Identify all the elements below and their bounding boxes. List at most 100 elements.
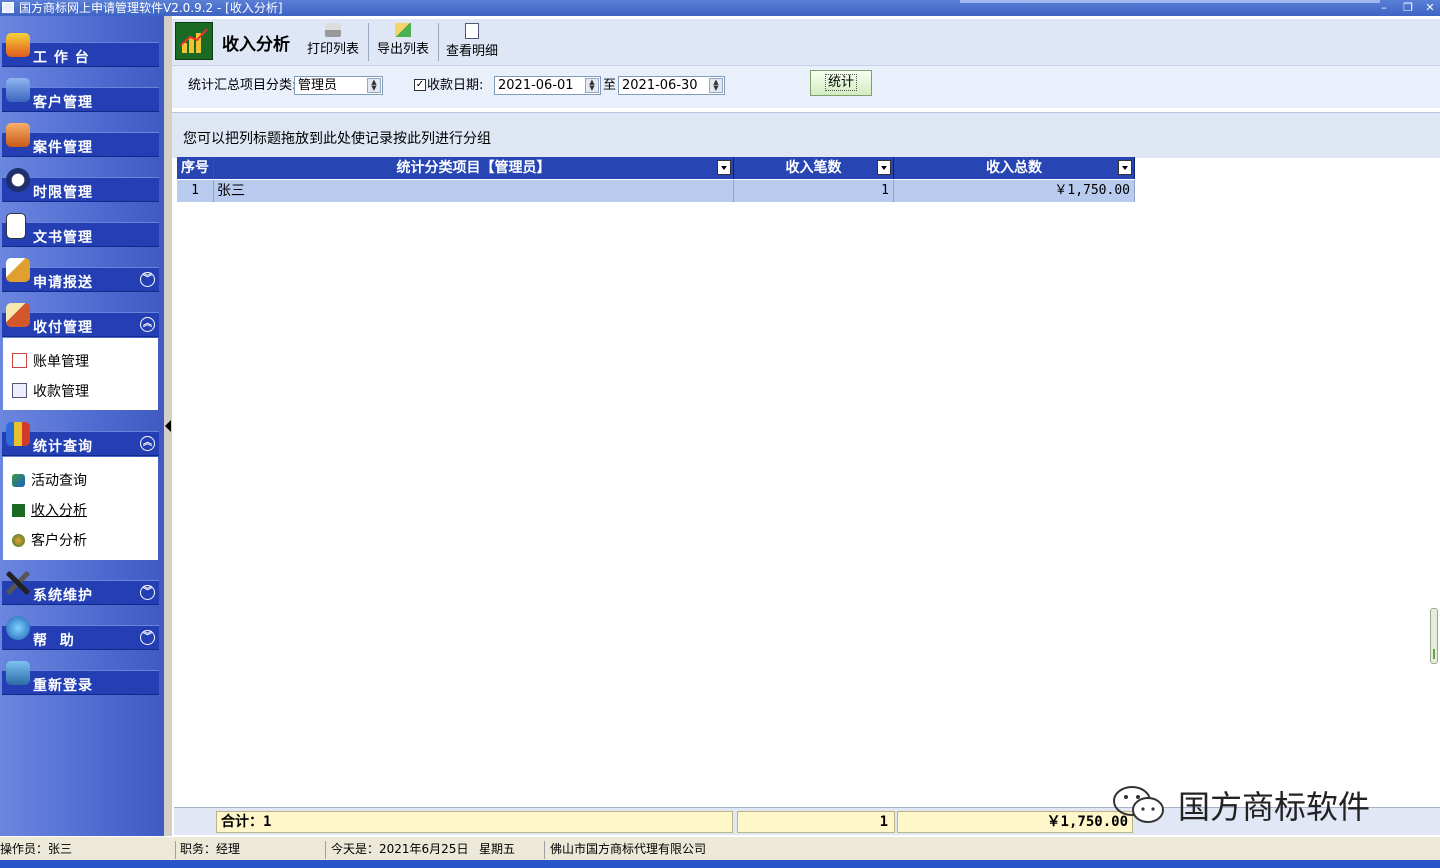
status-position: 职务：经理 (180, 842, 241, 856)
column-header-label: 序号 (181, 160, 209, 176)
sidebar-section-customers[interactable]: 客户管理 (2, 78, 159, 112)
sidebar-section-label: 工 作 台 (33, 50, 90, 66)
category-value: 管理员 (298, 78, 338, 93)
sidebar-section-label: 时限管理 (33, 185, 93, 201)
minimize-button[interactable]: – (1373, 0, 1395, 16)
restore-button[interactable]: ❐ (1397, 0, 1419, 16)
chevron-up-icon[interactable]: ︽ (140, 317, 155, 332)
printer-icon (325, 23, 341, 37)
print-list-button[interactable]: 打印列表 (306, 21, 360, 61)
sidebar-item-receipts[interactable]: 收款管理 (12, 382, 89, 402)
sidebar-section-relogin[interactable]: 重新登录 (2, 661, 159, 695)
spin-icon[interactable]: ▲ ▼ (585, 78, 599, 93)
row-cell-category[interactable]: 张三 (214, 180, 734, 202)
status-bar: 操作员：张三 职务：经理 今天是：2021年6月25日 星期五 佛山市国方商标代… (0, 836, 1440, 861)
sidebar-section-label: 帮 助 (33, 633, 75, 649)
toolbar-separator (368, 23, 369, 61)
date-to-value: 2021-06-30 (622, 78, 698, 93)
bar-chart-icon (6, 422, 30, 446)
payments-panel: 账单管理 收款管理 (3, 338, 158, 410)
receipt-icon (12, 383, 27, 398)
column-header-label: 统计分类项目【管理员】 (396, 160, 551, 176)
date-to-label: 至 (603, 78, 617, 93)
sidebar-section-workbench[interactable]: 工 作 台 (2, 33, 159, 67)
sidebar-item-income-analysis[interactable]: 收入分析 (12, 501, 87, 521)
row-cell-total[interactable]: ￥1,750.00 (894, 180, 1135, 202)
status-date: 今天是：2021年6月25日 (331, 842, 469, 856)
sidebar-section-label: 系统维护 (33, 588, 93, 604)
chevron-down-icon[interactable]: ︾ (140, 272, 155, 287)
sidebar-section-submissions[interactable]: 申请报送 ︾ (2, 258, 159, 292)
spin-icon[interactable]: ▲ ▼ (367, 78, 381, 93)
sidebar-section-deadlines[interactable]: 时限管理 (2, 168, 159, 202)
window-title: 国方商标网上申请管理软件V2.0.9.2 - [收入分析] (19, 1, 283, 15)
footer-total-label: 合计：1 (216, 811, 733, 833)
sidebar-item-label: 账单管理 (33, 354, 89, 370)
collapse-arrow-icon[interactable] (165, 420, 171, 432)
statistics-button-label: 统计 (824, 74, 857, 91)
chevron-down-icon[interactable]: ︾ (140, 630, 155, 645)
filter-dropdown-icon[interactable] (717, 160, 731, 175)
sidebar-item-customer-analysis[interactable]: 客户分析 (12, 531, 87, 551)
sidebar-section-payments[interactable]: 收付管理 ︽ (2, 303, 159, 337)
date-to-field[interactable]: 2021-06-30 ▲ ▼ (618, 76, 725, 95)
date-filter-checkbox[interactable]: ✓ (414, 79, 426, 91)
view-detail-label: 查看明细 (445, 44, 498, 59)
tools-icon (6, 571, 30, 595)
chevron-up-icon[interactable]: ︽ (140, 436, 155, 451)
sidebar-section-label: 案件管理 (33, 140, 93, 156)
filter-dropdown-icon[interactable] (877, 160, 891, 175)
sidebar-section-label: 申请报送 (33, 275, 93, 291)
chevron-down-icon[interactable]: ︾ (140, 585, 155, 600)
box-icon (6, 123, 30, 147)
titlebar-decoration (960, 0, 1380, 3)
group-by-area[interactable]: 您可以把列标题拖放到此处使记录按此列进行分组 (172, 112, 1440, 158)
filter-dropdown-icon[interactable] (1118, 160, 1132, 175)
sidebar-section-documents[interactable]: 文书管理 (2, 213, 159, 247)
view-detail-button[interactable]: 查看明细 (445, 21, 499, 61)
date-from-field[interactable]: 2021-06-01 ▲ ▼ (494, 76, 601, 95)
toolbar-separator (438, 23, 439, 61)
sidebar-section-label: 客户管理 (33, 95, 93, 111)
export-list-label: 导出列表 (376, 42, 429, 57)
status-operator: 操作员：张三 (0, 842, 73, 856)
spin-icon[interactable]: ▲ ▼ (709, 78, 723, 93)
sidebar-item-bills[interactable]: 账单管理 (12, 352, 89, 372)
column-header-category[interactable]: 统计分类项目【管理员】 (214, 157, 734, 179)
status-separator (544, 841, 545, 859)
income-chart-icon (12, 504, 25, 517)
column-header-label: 收入总数 (986, 160, 1042, 176)
sidebar-item-activity-query[interactable]: 活动查询 (12, 471, 87, 491)
export-list-button[interactable]: 导出列表 (376, 21, 430, 61)
sidebar-section-statistics[interactable]: 统计查询 ︽ (2, 422, 159, 456)
page-title: 收入分析 (222, 35, 290, 55)
category-label: 统计汇总项目分类: (188, 78, 297, 93)
sidebar-item-label: 收款管理 (33, 384, 89, 400)
column-header-total[interactable]: 收入总数 (894, 157, 1135, 179)
sidebar-section-cases[interactable]: 案件管理 (2, 123, 159, 157)
relogin-icon (6, 661, 30, 685)
status-separator (175, 841, 176, 859)
sidebar-item-label: 活动查询 (31, 473, 87, 489)
watermark-text: 国方商标软件 (1178, 788, 1371, 826)
sidebar: 工 作 台 客户管理 案件管理 时限管理 文书管理 申请报送 ︾ 收付管理 ︽ … (0, 16, 164, 836)
category-select[interactable]: 管理员 ▲ ▼ (294, 76, 383, 95)
row-cell-count[interactable]: 1 (734, 180, 894, 202)
scrollbar-thumb[interactable] (1430, 608, 1438, 664)
statistics-button[interactable]: 统计 (810, 70, 872, 96)
ledger-icon (6, 303, 30, 327)
activity-icon (12, 474, 25, 487)
row-cell-no[interactable]: 1 (177, 180, 214, 202)
sidebar-section-system[interactable]: 系统维护 ︾ (2, 571, 159, 605)
footer-total: ￥1,750.00 (897, 811, 1133, 833)
date-label: 收款日期: (427, 78, 484, 93)
toolbar: 收入分析 打印列表 导出列表 查看明细 (172, 19, 1440, 65)
sidebar-section-help[interactable]: 帮 助 ︾ (2, 616, 159, 650)
close-button[interactable]: ✕ (1419, 0, 1440, 16)
app-icon (2, 2, 14, 13)
sidebar-section-label: 重新登录 (33, 678, 93, 694)
column-header-count[interactable]: 收入笔数 (734, 157, 894, 179)
column-header-no[interactable]: 序号 (177, 157, 214, 179)
bill-icon (12, 353, 27, 368)
sidebar-splitter[interactable] (164, 16, 172, 836)
